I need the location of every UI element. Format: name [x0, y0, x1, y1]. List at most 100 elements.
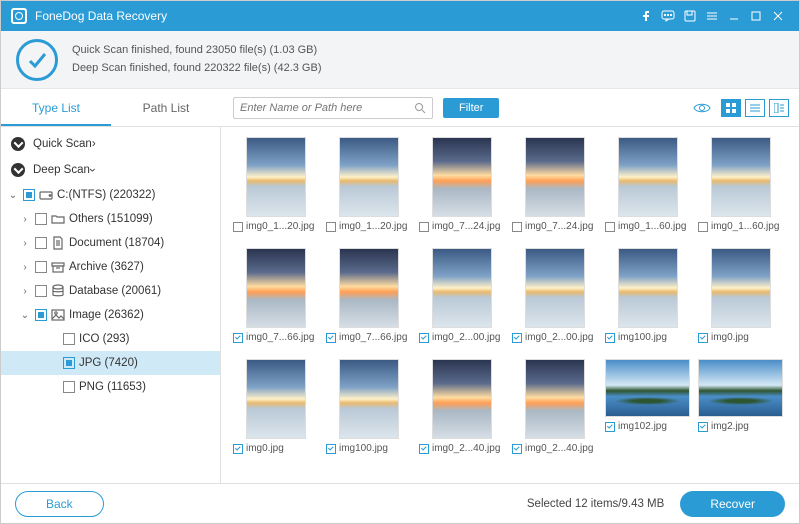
file-checkbox[interactable] — [605, 222, 615, 232]
maximize-icon[interactable] — [745, 5, 767, 27]
thumbnail-image[interactable] — [246, 248, 306, 328]
thumbnail-cell[interactable]: img2.jpg — [698, 359, 783, 454]
feedback-icon[interactable] — [657, 5, 679, 27]
filter-button[interactable]: Filter — [443, 98, 499, 118]
thumbnail-image[interactable] — [698, 359, 783, 417]
file-checkbox[interactable] — [233, 222, 243, 232]
thumbnail-image[interactable] — [525, 248, 585, 328]
file-checkbox[interactable] — [512, 444, 522, 454]
file-checkbox[interactable] — [419, 333, 429, 343]
checkbox[interactable] — [35, 309, 47, 321]
thumbnail-cell[interactable]: img100.jpg — [326, 359, 411, 454]
tree-label: Image (26362) — [69, 309, 144, 321]
thumbnail-cell[interactable]: img102.jpg — [605, 359, 690, 454]
thumbnail-image[interactable] — [525, 137, 585, 217]
thumbnail-image[interactable] — [432, 248, 492, 328]
preview-icon[interactable] — [693, 101, 711, 115]
thumbnail-cell[interactable]: img0_7...24.jpg — [419, 137, 504, 232]
view-list-button[interactable] — [745, 99, 765, 117]
tree-document[interactable]: › Document (18704) — [1, 231, 220, 255]
tree-others[interactable]: › Others (151099) — [1, 207, 220, 231]
file-checkbox[interactable] — [698, 422, 708, 432]
file-name: img0_1...60.jpg — [711, 221, 779, 232]
checkbox[interactable] — [63, 357, 75, 369]
thumbnail-image[interactable] — [246, 137, 306, 217]
thumbnail-cell[interactable]: img0_2...00.jpg — [419, 248, 504, 343]
tree-jpg[interactable]: JPG (7420) — [1, 351, 220, 375]
thumbnail-cell[interactable]: img0_7...66.jpg — [326, 248, 411, 343]
checkbox[interactable] — [35, 237, 47, 249]
tree-drive[interactable]: ⌄ C:(NTFS) (220322) — [1, 183, 220, 207]
deep-scan-status: Deep Scan finished, found 220322 file(s)… — [72, 60, 321, 78]
thumbnail-image[interactable] — [432, 359, 492, 439]
tree-image[interactable]: ⌄ Image (26362) — [1, 303, 220, 327]
file-checkbox[interactable] — [233, 444, 243, 454]
tree-deep-scan[interactable]: Deep Scan › — [1, 157, 220, 183]
tree-ico[interactable]: ICO (293) — [1, 327, 220, 351]
minimize-icon[interactable] — [723, 5, 745, 27]
view-grid-button[interactable] — [721, 99, 741, 117]
file-checkbox[interactable] — [233, 333, 243, 343]
thumbnail-cell[interactable]: img100.jpg — [605, 248, 690, 343]
file-checkbox[interactable] — [419, 444, 429, 454]
tree-quick-scan[interactable]: Quick Scan › — [1, 131, 220, 157]
file-checkbox[interactable] — [698, 333, 708, 343]
title-bar: FoneDog Data Recovery — [1, 1, 799, 31]
thumbnail-cell[interactable]: img0_2...40.jpg — [512, 359, 597, 454]
chevron-down-icon: ⌄ — [7, 190, 19, 201]
checkbox[interactable] — [35, 285, 47, 297]
search-input[interactable] — [240, 102, 414, 114]
thumbnail-image[interactable] — [525, 359, 585, 439]
checkbox[interactable] — [35, 261, 47, 273]
thumbnail-image[interactable] — [618, 248, 678, 328]
menu-icon[interactable] — [701, 5, 723, 27]
thumbnail-cell[interactable]: img0_1...20.jpg — [233, 137, 318, 232]
checkbox[interactable] — [63, 381, 75, 393]
tab-path-list[interactable]: Path List — [111, 89, 221, 126]
facebook-icon[interactable] — [635, 5, 657, 27]
checkbox[interactable] — [23, 189, 35, 201]
thumbnail-cell[interactable]: img0_7...24.jpg — [512, 137, 597, 232]
tab-type-list[interactable]: Type List — [1, 89, 111, 126]
thumbnail-image[interactable] — [432, 137, 492, 217]
thumbnail-cell[interactable]: img0_2...40.jpg — [419, 359, 504, 454]
file-name: img0_1...60.jpg — [618, 221, 686, 232]
thumbnail-cell[interactable]: img0_1...20.jpg — [326, 137, 411, 232]
thumbnail-cell[interactable]: img0_1...60.jpg — [605, 137, 690, 232]
checkbox[interactable] — [35, 213, 47, 225]
thumbnail-cell[interactable]: img0_7...66.jpg — [233, 248, 318, 343]
thumbnail-cell[interactable]: img0_2...00.jpg — [512, 248, 597, 343]
back-button[interactable]: Back — [15, 491, 104, 517]
thumbnail-cell[interactable]: img0.jpg — [233, 359, 318, 454]
checkbox[interactable] — [63, 333, 75, 345]
quick-scan-status: Quick Scan finished, found 23050 file(s)… — [72, 42, 321, 60]
tree-archive[interactable]: › Archive (3627) — [1, 255, 220, 279]
file-checkbox[interactable] — [419, 222, 429, 232]
thumbnail-image[interactable] — [711, 137, 771, 217]
file-checkbox[interactable] — [326, 333, 336, 343]
save-icon[interactable] — [679, 5, 701, 27]
view-detail-button[interactable] — [769, 99, 789, 117]
thumbnail-cell[interactable]: img0_1...60.jpg — [698, 137, 783, 232]
file-checkbox[interactable] — [512, 222, 522, 232]
file-checkbox[interactable] — [605, 333, 615, 343]
file-checkbox[interactable] — [326, 444, 336, 454]
thumbnail-image[interactable] — [711, 248, 771, 328]
search-box[interactable] — [233, 97, 433, 119]
file-checkbox[interactable] — [605, 422, 615, 432]
thumbnail-image[interactable] — [339, 137, 399, 217]
file-checkbox[interactable] — [326, 222, 336, 232]
tree-database[interactable]: › Database (20061) — [1, 279, 220, 303]
thumbnail-cell[interactable]: img0.jpg — [698, 248, 783, 343]
thumbnail-image[interactable] — [246, 359, 306, 439]
thumbnail-image[interactable] — [339, 359, 399, 439]
thumbnail-image[interactable] — [339, 248, 399, 328]
file-checkbox[interactable] — [512, 333, 522, 343]
tree-png[interactable]: PNG (11653) — [1, 375, 220, 399]
thumbnail-image[interactable] — [605, 359, 690, 417]
close-icon[interactable] — [767, 5, 789, 27]
file-name: img102.jpg — [618, 421, 667, 432]
recover-button[interactable]: Recover — [680, 491, 785, 517]
file-checkbox[interactable] — [698, 222, 708, 232]
thumbnail-image[interactable] — [618, 137, 678, 217]
